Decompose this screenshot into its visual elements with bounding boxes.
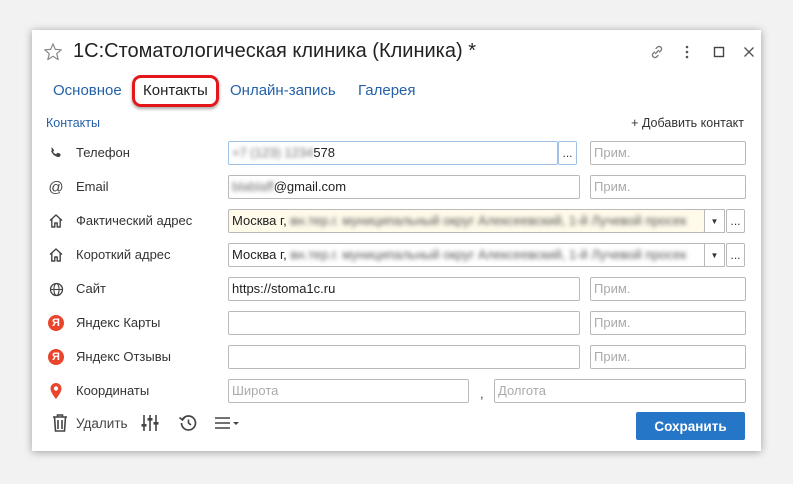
phone-input[interactable]: +7 (123) 1234578 xyxy=(228,141,558,165)
contact-row-phone: Телефон +7 (123) 1234578 ... Прим. xyxy=(32,140,761,166)
menu-icon[interactable] xyxy=(214,413,240,433)
yandex-icon: Я xyxy=(47,314,65,332)
contact-row-coordinates: Координаты Широта , Долгота xyxy=(32,378,761,404)
tab-main[interactable]: Основное xyxy=(53,82,122,99)
save-button[interactable]: Сохранить xyxy=(636,412,745,440)
short-address-label: Короткий адрес xyxy=(76,247,171,262)
yandex-icon: Я xyxy=(47,348,65,366)
form-window: 1С:Стоматологическая клиника (Клиника) *… xyxy=(32,30,761,451)
site-value: https://stoma1c.ru xyxy=(232,281,336,296)
contact-row-short-address: Короткий адрес Москва г, вн.тер.г. муниц… xyxy=(32,242,761,268)
map-pin-icon xyxy=(47,382,65,400)
short-address-input[interactable]: Москва г, вн.тер.г. муниципальный округ … xyxy=(228,243,705,267)
tab-online-booking[interactable]: Онлайн-запись xyxy=(230,82,336,99)
maximize-icon[interactable] xyxy=(709,42,729,62)
contact-row-yandex-maps: Я Яндекс Карты Прим. xyxy=(32,310,761,336)
site-note-placeholder: Прим. xyxy=(594,281,631,296)
window-title: 1С:Стоматологическая клиника (Клиника) * xyxy=(73,40,476,62)
delete-label: Удалить xyxy=(76,415,128,431)
contact-row-site: Сайт https://stoma1c.ru Прим. xyxy=(32,276,761,302)
active-tab-highlight xyxy=(132,75,219,107)
history-icon[interactable] xyxy=(177,413,199,433)
close-icon[interactable] xyxy=(739,42,759,62)
contact-row-email: @ Email blablaff@gmail.com Прим. xyxy=(32,174,761,200)
short-address-dropdown[interactable]: ▼ xyxy=(704,243,725,267)
add-contact-button[interactable]: + Добавить контакт xyxy=(631,116,744,130)
delete-button[interactable]: Удалить xyxy=(51,413,128,433)
site-input[interactable]: https://stoma1c.ru xyxy=(228,277,580,301)
email-label: Email xyxy=(76,179,109,194)
phone-note-input[interactable]: Прим. xyxy=(590,141,746,165)
phone-value: 578 xyxy=(313,145,336,160)
coordinates-label: Координаты xyxy=(76,383,150,398)
house-icon xyxy=(47,246,65,264)
actual-address-label: Фактический адрес xyxy=(76,213,193,228)
section-title: Контакты xyxy=(46,116,100,130)
yandex-maps-note-input[interactable]: Прим. xyxy=(590,311,746,335)
yandex-reviews-note-input[interactable]: Прим. xyxy=(590,345,746,369)
yandex-reviews-label: Яндекс Отзывы xyxy=(76,349,171,364)
email-note-placeholder: Прим. xyxy=(594,179,631,194)
yandex-reviews-note-placeholder: Прим. xyxy=(594,349,631,364)
at-icon: @ xyxy=(48,178,64,196)
latitude-input[interactable]: Широта xyxy=(228,379,469,403)
email-value-hidden: blablaff xyxy=(232,179,274,194)
email-input[interactable]: blablaff@gmail.com xyxy=(228,175,580,199)
link-icon[interactable] xyxy=(647,42,667,62)
phone-label: Телефон xyxy=(76,145,130,160)
email-note-input[interactable]: Прим. xyxy=(590,175,746,199)
site-label: Сайт xyxy=(76,281,106,296)
short-address-select-button[interactable]: ... xyxy=(726,243,745,267)
actual-address-select-button[interactable]: ... xyxy=(726,209,745,233)
yandex-maps-label: Яндекс Карты xyxy=(76,315,161,330)
site-note-input[interactable]: Прим. xyxy=(590,277,746,301)
phone-value-hidden: +7 (123) 1234 xyxy=(232,145,314,160)
coordinates-separator: , xyxy=(480,386,484,401)
phone-note-placeholder: Прим. xyxy=(594,145,631,160)
tab-gallery[interactable]: Галерея xyxy=(358,82,416,99)
email-value: @gmail.com xyxy=(273,179,347,194)
more-vertical-icon[interactable] xyxy=(677,42,697,62)
house-icon xyxy=(47,212,65,230)
yandex-maps-note-placeholder: Прим. xyxy=(594,315,631,330)
longitude-placeholder: Долгота xyxy=(498,383,546,398)
latitude-placeholder: Широта xyxy=(232,383,279,398)
short-address-value: Москва г, xyxy=(232,247,287,262)
yandex-maps-input[interactable] xyxy=(228,311,580,335)
phone-icon xyxy=(47,144,65,162)
contact-row-yandex-reviews: Я Яндекс Отзывы Прим. xyxy=(32,344,761,370)
phone-select-button[interactable]: ... xyxy=(558,141,577,165)
actual-address-dropdown[interactable]: ▼ xyxy=(704,209,725,233)
actual-address-value-hidden: вн.тер.г. муниципальный округ Алексеевск… xyxy=(290,213,687,228)
actual-address-input[interactable]: Москва г, вн.тер.г. муниципальный округ … xyxy=(228,209,705,233)
contact-row-actual-address: Фактический адрес Москва г, вн.тер.г. му… xyxy=(32,208,761,234)
star-icon[interactable] xyxy=(43,42,63,62)
actual-address-value: Москва г, xyxy=(232,213,287,228)
yandex-reviews-input[interactable] xyxy=(228,345,580,369)
globe-icon xyxy=(47,280,65,298)
short-address-value-hidden: вн.тер.г. муниципальный округ Алексеевск… xyxy=(290,247,687,262)
longitude-input[interactable]: Долгота xyxy=(494,379,746,403)
settings-sliders-icon[interactable] xyxy=(140,413,160,433)
trash-icon xyxy=(51,413,69,433)
